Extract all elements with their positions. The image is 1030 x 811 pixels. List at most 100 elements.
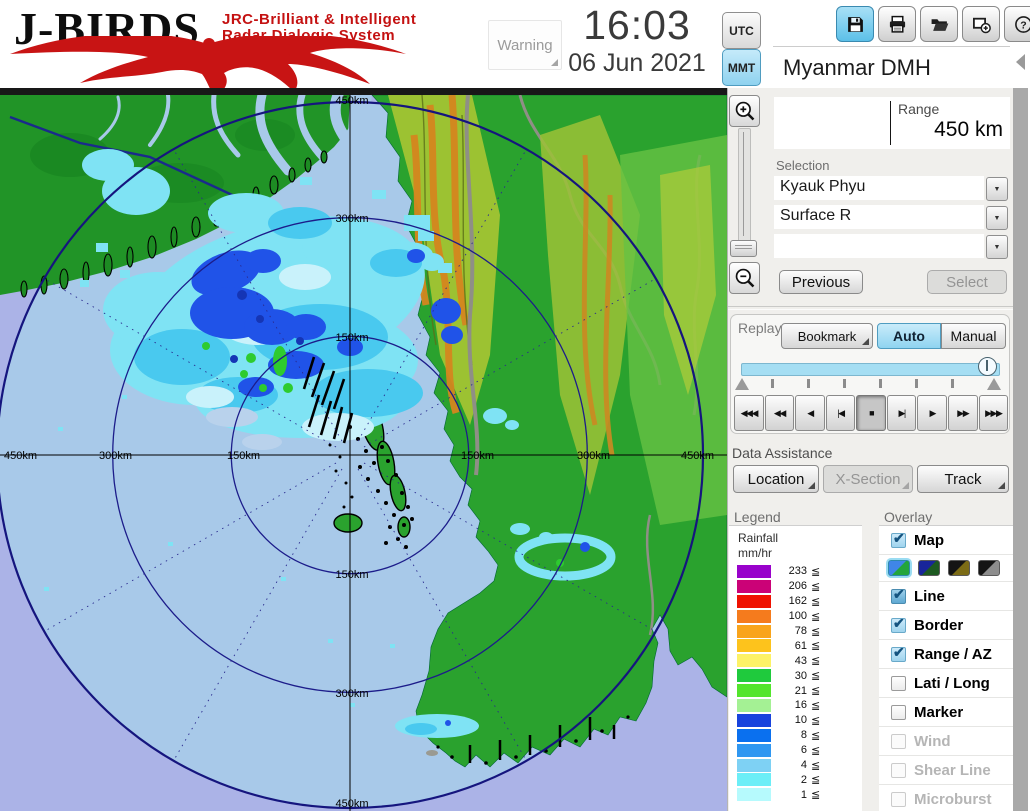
map-style-swatch-2[interactable] <box>918 560 940 576</box>
print-button[interactable] <box>878 6 916 42</box>
product-dropdown[interactable]: Surface R <box>774 205 984 229</box>
replay-start-marker[interactable] <box>735 378 749 390</box>
map-style-swatch-3[interactable] <box>948 560 970 576</box>
legend-value: 1 <box>800 788 807 801</box>
radar-map[interactable]: 450km 300km 150km 150km 300km 450km 450k… <box>0 89 728 811</box>
legend-color-swatch <box>737 713 771 727</box>
transport-button-7[interactable]: ▶▶ <box>947 395 978 431</box>
check-icon: ✔ <box>893 529 905 546</box>
checkbox-lati-long[interactable] <box>891 675 906 691</box>
overlay-label: Wind <box>914 732 951 750</box>
option-dropdown[interactable] <box>774 234 984 258</box>
legend-color-swatch <box>737 684 771 698</box>
map-style-swatches <box>879 555 1013 582</box>
transport-button-0[interactable]: ◀◀◀ <box>734 395 764 431</box>
ring-label-n300: 300km <box>335 213 368 225</box>
checkbox-wind <box>891 733 906 749</box>
bookmark-menu-fold-icon <box>862 338 869 345</box>
transport-button-5[interactable]: ▶| <box>886 395 917 431</box>
zoom-slider-track[interactable] <box>738 128 751 242</box>
ring-label-s150: 150km <box>335 569 368 581</box>
replay-slider-handle[interactable] <box>978 357 997 376</box>
previous-button[interactable]: Previous <box>779 270 863 294</box>
legend-value: 206 <box>788 580 807 593</box>
ring-label-s450: 450km <box>335 798 368 810</box>
check-icon: ✔ <box>893 585 905 602</box>
legend-unit-line1: Rainfall <box>738 531 779 545</box>
help-button[interactable]: ? <box>1004 6 1030 42</box>
legend-row: 16 ≦ <box>729 698 862 713</box>
legend-color-swatch <box>737 624 771 638</box>
radar-map-canvas[interactable]: 450km 300km 150km 150km 300km 450km 450k… <box>0 89 728 811</box>
legend-color-swatch <box>737 669 771 683</box>
x-section-button[interactable]: X-Section <box>823 465 913 493</box>
auto-button[interactable]: Auto <box>877 323 941 349</box>
transport-button-3[interactable]: |◀ <box>825 395 856 431</box>
overlay-row-map: ✔ Map <box>879 526 1013 555</box>
location-label: Location <box>747 470 805 488</box>
map-style-swatch-4[interactable] <box>978 560 1000 576</box>
panel-edge-strip <box>1013 88 1028 811</box>
transport-button-6[interactable]: ▶ <box>917 395 947 431</box>
zoom-slider-handle[interactable] <box>730 240 757 257</box>
transport-button-4[interactable]: ■ <box>856 395 886 431</box>
overlay-row-wind: Wind <box>879 727 1013 756</box>
save-button[interactable] <box>836 6 874 42</box>
checkbox-line[interactable]: ✔ <box>891 585 906 604</box>
mmt-button[interactable]: MMT <box>722 49 761 86</box>
zoom-in-button[interactable] <box>729 95 760 127</box>
control-panel: Range 450 km Selection Kyauk Phyu ▼ Surf… <box>727 88 1030 811</box>
data-assistance-label: Data Assistance <box>732 445 833 461</box>
utc-button[interactable]: UTC <box>722 12 761 49</box>
legend-value: 8 <box>800 729 807 742</box>
overlay-row-border: ✔ Border <box>879 611 1013 640</box>
track-button[interactable]: Track <box>917 465 1009 493</box>
print-icon <box>889 15 905 33</box>
open-folder-button[interactable] <box>920 6 958 42</box>
transport-button-1[interactable]: ◀◀ <box>764 395 795 431</box>
map-style-swatch-1[interactable] <box>888 560 910 576</box>
range-label: Range <box>898 101 940 117</box>
checkbox-range-az[interactable]: ✔ <box>891 644 906 662</box>
transport-button-8[interactable]: ▶▶▶ <box>978 395 1009 431</box>
checkbox-map[interactable]: ✔ <box>891 529 906 548</box>
legend-unit-line2: mm/hr <box>738 546 772 560</box>
legend-lte-symbol: ≦ <box>811 714 821 727</box>
option-dropdown-button[interactable]: ▼ <box>986 235 1008 259</box>
track-label: Track <box>944 470 982 488</box>
slider-tick <box>843 379 846 388</box>
location-menu-fold-icon <box>808 482 815 489</box>
overlay-row-line: ✔ Line <box>879 582 1013 611</box>
legend-lte-symbol: ≦ <box>811 610 821 623</box>
transport-button-2[interactable]: ◀ <box>795 395 825 431</box>
site-dropdown-button[interactable]: ▼ <box>986 177 1008 201</box>
zoom-out-icon <box>735 268 754 288</box>
panel-collapse-arrow-icon[interactable] <box>1016 54 1025 70</box>
replay-slider-track[interactable] <box>741 363 1000 376</box>
zoom-out-button[interactable] <box>729 262 760 294</box>
ring-label-e150: 150km <box>461 450 494 462</box>
location-button[interactable]: Location <box>733 465 819 493</box>
add-image-button[interactable] <box>962 6 1000 42</box>
site-dropdown[interactable]: Kyauk Phyu <box>774 176 984 200</box>
checkbox-border[interactable]: ✔ <box>891 615 906 633</box>
ring-label-n450: 450km <box>335 95 368 107</box>
product-dropdown-button[interactable]: ▼ <box>986 206 1008 230</box>
legend-row: 61 ≦ <box>729 638 862 653</box>
x-section-menu-fold-icon <box>902 482 909 489</box>
transport-controls: ◀◀◀ ◀◀ ◀ |◀ ■ ▶| ▶ ▶▶ ▶▶▶ <box>734 395 1009 431</box>
mmt-label: MMT <box>727 60 756 75</box>
manual-button[interactable]: Manual <box>941 323 1006 349</box>
bookmark-button[interactable]: Bookmark <box>781 323 873 349</box>
replay-end-marker[interactable] <box>987 378 1001 390</box>
ring-label-n150: 150km <box>335 332 368 344</box>
header-divider-bar <box>0 88 763 95</box>
checkbox-shear-line <box>891 762 906 778</box>
jbirds-app: J-BIRDS JRC-Brilliant & Intelligent Rada… <box>0 0 1030 811</box>
select-button[interactable]: Select <box>927 270 1007 294</box>
overlay-label: Border <box>914 616 964 634</box>
bookmark-label: Bookmark <box>797 328 857 344</box>
legend-row: 10 ≦ <box>729 713 862 728</box>
overlay-label: Line <box>914 587 945 605</box>
checkbox-marker[interactable] <box>891 704 906 720</box>
